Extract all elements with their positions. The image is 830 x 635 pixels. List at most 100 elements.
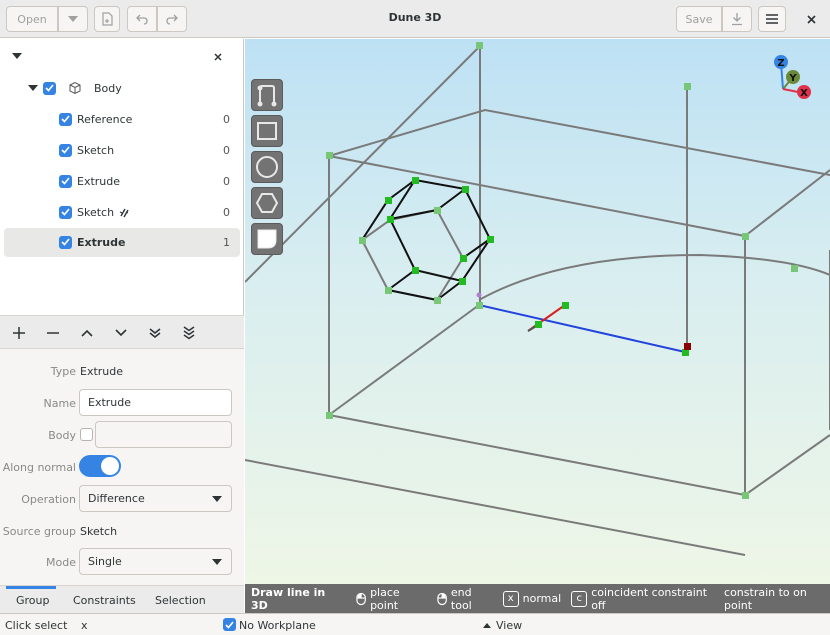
unconstrained-warning-icon xyxy=(119,208,129,217)
point[interactable] xyxy=(462,186,469,193)
panel-tabs: Group Constraints Selection xyxy=(0,585,244,614)
point[interactable] xyxy=(385,287,392,294)
close-panel-icon[interactable] xyxy=(214,53,222,61)
body-label: Body xyxy=(48,429,76,442)
checkmark-icon xyxy=(45,84,54,92)
close-window-button[interactable] xyxy=(796,6,826,32)
checkmark-icon xyxy=(225,620,234,629)
mode-dropdown[interactable]: Single xyxy=(79,548,232,575)
tree-item-count: 0 xyxy=(223,143,230,157)
axis-y-label: Y xyxy=(788,73,797,84)
checkmark-icon xyxy=(61,115,70,123)
body-visibility-checkbox[interactable] xyxy=(43,81,56,95)
remove-group-button[interactable] xyxy=(44,324,62,342)
along-normal-switch[interactable] xyxy=(79,455,121,477)
hint-text: normal xyxy=(522,592,562,605)
point[interactable] xyxy=(412,177,419,184)
body-cube-icon xyxy=(69,81,81,95)
point[interactable] xyxy=(460,255,467,262)
draw-contour-tool-button[interactable] xyxy=(251,79,283,111)
collapse-all-icon[interactable] xyxy=(12,53,22,59)
tab-selection[interactable]: Selection xyxy=(155,594,206,607)
tree-row-reference[interactable]: Reference 0 xyxy=(59,105,244,133)
point[interactable] xyxy=(459,278,466,285)
point[interactable] xyxy=(742,233,749,240)
operation-dropdown[interactable]: Difference xyxy=(79,485,232,512)
point[interactable] xyxy=(487,236,494,243)
new-document-icon xyxy=(102,12,113,26)
chevron-down-icon xyxy=(115,329,127,337)
point[interactable] xyxy=(684,83,691,90)
view-menu-button[interactable]: View xyxy=(483,618,522,632)
download-icon xyxy=(732,13,742,26)
chevron-up-icon xyxy=(483,622,491,628)
rounded-rectangle-icon xyxy=(257,229,277,249)
hint-text: coincident constraint off xyxy=(591,585,708,612)
point[interactable] xyxy=(326,152,333,159)
reference-visibility-checkbox[interactable] xyxy=(59,112,72,126)
model-canvas[interactable] xyxy=(245,39,830,584)
new-document-button[interactable] xyxy=(94,6,120,32)
3d-viewport[interactable]: Z Y X xyxy=(245,39,830,584)
point[interactable] xyxy=(359,237,366,244)
export-button[interactable] xyxy=(722,6,752,32)
sketch-visibility-checkbox[interactable] xyxy=(59,143,72,157)
move-down-button[interactable] xyxy=(112,324,130,342)
group-tools-bar xyxy=(0,315,244,349)
save-button[interactable]: Save xyxy=(676,6,722,32)
tree-row-sketch-2[interactable]: Sketch 0 xyxy=(59,198,244,226)
point[interactable] xyxy=(562,302,569,309)
click-select-text: Click select xyxy=(5,619,68,632)
add-group-button[interactable] xyxy=(10,324,28,342)
undo-icon xyxy=(136,14,148,25)
point[interactable] xyxy=(682,349,689,356)
model-edge xyxy=(744,434,830,496)
draw-polygon-tool-button[interactable] xyxy=(251,187,283,219)
name-field[interactable]: Extrude xyxy=(79,389,232,416)
point[interactable] xyxy=(385,197,392,204)
point[interactable] xyxy=(387,216,394,223)
axis-gizmo[interactable]: Z Y X xyxy=(769,53,819,103)
redo-button[interactable] xyxy=(157,6,187,32)
point[interactable] xyxy=(791,265,798,272)
source-group-value: Sketch xyxy=(80,525,118,538)
point[interactable] xyxy=(412,267,419,274)
checkmark-icon xyxy=(61,146,70,154)
no-workplane-checkbox[interactable] xyxy=(223,618,236,631)
tree-row-sketch[interactable]: Sketch 0 xyxy=(59,136,244,164)
move-down-more-button[interactable] xyxy=(146,324,164,342)
point[interactable] xyxy=(434,297,441,304)
switch-knob xyxy=(101,457,119,475)
body-checkbox[interactable] xyxy=(80,428,93,441)
point[interactable] xyxy=(535,321,542,328)
dropdown-arrow-icon xyxy=(212,559,222,565)
draw-circle-tool-button[interactable] xyxy=(251,151,283,183)
main-menu-button[interactable] xyxy=(758,6,786,32)
point[interactable] xyxy=(476,42,483,49)
tree-row-body[interactable]: Body xyxy=(28,74,122,102)
tree-row-extrude-2[interactable]: Extrude 1 xyxy=(59,228,244,256)
open-button[interactable]: Open xyxy=(6,6,58,32)
point[interactable] xyxy=(742,492,749,499)
point[interactable] xyxy=(326,412,333,419)
sketch-2-visibility-checkbox[interactable] xyxy=(59,205,72,219)
chevron-down-icon xyxy=(68,16,78,22)
draw-rounded-rectangle-tool-button[interactable] xyxy=(251,223,283,255)
tree-row-extrude[interactable]: Extrude 0 xyxy=(59,167,244,195)
tab-group[interactable]: Group xyxy=(16,594,50,607)
move-up-button[interactable] xyxy=(78,324,96,342)
open-recent-dropdown-button[interactable] xyxy=(58,6,88,32)
axis-x-label: X xyxy=(800,88,808,99)
body-name-field[interactable] xyxy=(95,421,232,448)
tab-constraints[interactable]: Constraints xyxy=(73,594,136,607)
move-to-end-button[interactable] xyxy=(180,324,198,342)
extrude-visibility-checkbox[interactable] xyxy=(59,174,72,188)
extrude-2-visibility-checkbox[interactable] xyxy=(59,235,72,249)
draw-rectangle-tool-button[interactable] xyxy=(251,115,283,147)
circle-icon xyxy=(256,156,278,178)
operation-value: Difference xyxy=(88,492,145,505)
undo-button[interactable] xyxy=(127,6,157,32)
point[interactable] xyxy=(476,302,483,309)
point[interactable] xyxy=(434,207,441,214)
expander-icon[interactable] xyxy=(28,85,38,91)
